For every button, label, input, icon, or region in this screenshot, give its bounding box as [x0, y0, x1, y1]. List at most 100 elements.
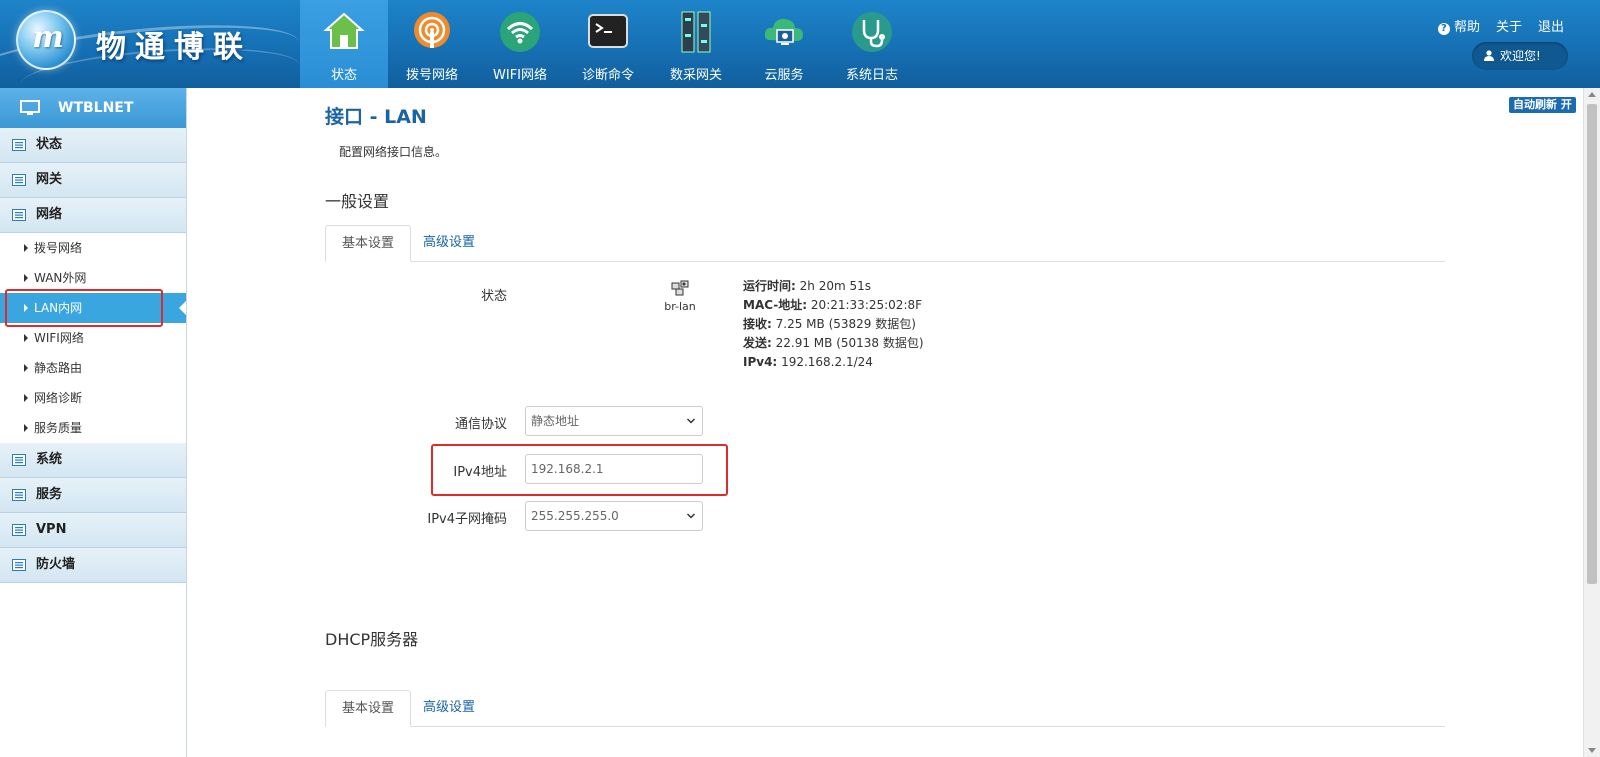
- tx-label: 发送:: [743, 336, 772, 350]
- about-link[interactable]: 关于: [1496, 16, 1522, 35]
- sidebar-group-network[interactable]: 网络: [0, 198, 186, 233]
- nav-label: 数采网关: [669, 68, 722, 83]
- sidebar-header: WTBLNET: [0, 88, 186, 128]
- logout-link[interactable]: 退出: [1538, 16, 1564, 35]
- mac-value: 20:21:33:25:02:8F: [810, 298, 923, 312]
- mac-row: MAC-地址: 20:21:33:25:02:8F: [743, 296, 924, 315]
- sidebar-group-status[interactable]: 状态: [0, 128, 186, 163]
- list-icon: [12, 489, 26, 501]
- main-content: 自动刷新 开 接口 - LAN 配置网络接口信息。 一般设置 基本设置 高级设置…: [187, 88, 1583, 757]
- stethoscope-icon: [852, 12, 892, 52]
- sidebar-item-dial-network[interactable]: 拨号网络: [0, 233, 186, 263]
- scroll-down-icon[interactable]: [1588, 748, 1596, 753]
- sidebar-group-label: 网关: [36, 172, 63, 187]
- list-icon: [12, 209, 26, 221]
- status-label: 状态: [480, 289, 507, 304]
- help-link[interactable]: ? 帮助: [1437, 16, 1480, 35]
- device-name: br-lan: [664, 300, 696, 313]
- device-status: br-lan: [655, 280, 705, 313]
- ipv4-label: IPv4:: [743, 355, 778, 369]
- highlight-box: [5, 289, 163, 327]
- vertical-scrollbar[interactable]: [1583, 88, 1600, 757]
- sidebar-title: WTBLNET: [58, 100, 134, 116]
- caret-right-icon: [24, 394, 28, 402]
- sidebar-item-wifi[interactable]: WIFI网络: [0, 323, 186, 353]
- tab-dhcp-advanced-settings[interactable]: 高级设置: [407, 690, 491, 727]
- uptime-label: 运行时间:: [743, 279, 796, 293]
- uptime-row: 运行时间: 2h 20m 51s: [743, 277, 924, 296]
- chevron-down-icon: [687, 418, 695, 424]
- tab-dhcp-basic-settings[interactable]: 基本设置: [325, 690, 412, 727]
- tx-value: 22.91 MB (50138 数据包): [775, 336, 924, 350]
- caret-right-icon: [24, 424, 28, 432]
- scrollbar-thumb[interactable]: [1587, 104, 1597, 584]
- general-settings-heading: 一般设置: [325, 192, 390, 211]
- list-icon: [12, 454, 26, 466]
- dhcp-server-heading: DHCP服务器: [325, 630, 419, 649]
- terminal-icon: [588, 14, 628, 48]
- page-title: 接口 - LAN: [325, 106, 427, 128]
- netmask-value: 255.255.255.0: [531, 509, 619, 523]
- gateway-icon: [681, 11, 711, 53]
- brand-logo-icon: m: [16, 10, 76, 70]
- sidebar-item-qos[interactable]: 服务质量: [0, 413, 186, 443]
- nav-label: WIFI网络: [493, 68, 547, 83]
- nav-item-system-log[interactable]: 系统日志: [828, 0, 916, 88]
- sidebar-item-label: WAN外网: [34, 271, 87, 285]
- caret-right-icon: [24, 334, 28, 342]
- help-icon: ?: [1437, 23, 1450, 35]
- help-label: 帮助: [1453, 20, 1480, 35]
- nav-item-data-gateway[interactable]: 数采网关: [652, 0, 740, 88]
- protocol-select[interactable]: 静态地址: [525, 406, 703, 436]
- sidebar-group-gateway[interactable]: 网关: [0, 163, 186, 198]
- ipv4-value: 192.168.2.1/24: [781, 355, 873, 369]
- sidebar-group-service[interactable]: 服务: [0, 478, 186, 513]
- sidebar-group-label: 系统: [36, 452, 63, 467]
- uptime-value: 2h 20m 51s: [799, 279, 871, 293]
- nav-item-dial-network[interactable]: 拨号网络: [388, 0, 476, 88]
- network-bridge-icon: [671, 280, 689, 296]
- nav-label: 诊断命令: [581, 68, 634, 83]
- nav-item-diagnostic-command[interactable]: 诊断命令: [564, 0, 652, 88]
- sidebar-group-label: 网络: [36, 207, 63, 222]
- nav-label: 状态: [330, 68, 357, 83]
- sidebar-group-system[interactable]: 系统: [0, 443, 186, 478]
- sidebar-group-firewall[interactable]: 防火墙: [0, 548, 186, 583]
- mac-label: MAC-地址:: [743, 298, 808, 312]
- tab-advanced-settings[interactable]: 高级设置: [407, 225, 491, 262]
- sidebar-item-static-route[interactable]: 静态路由: [0, 353, 186, 383]
- nav-item-wifi[interactable]: WIFI网络: [476, 0, 564, 88]
- home-icon: [323, 12, 365, 49]
- nav-label: 系统日志: [845, 68, 898, 83]
- nav-item-cloud-service[interactable]: 云服务: [740, 0, 828, 88]
- welcome-badge[interactable]: 欢迎您!: [1472, 42, 1568, 70]
- sidebar-item-label: 服务质量: [34, 421, 83, 435]
- rx-row: 接收: 7.25 MB (53829 数据包): [743, 315, 924, 334]
- netmask-select[interactable]: 255.255.255.0: [525, 501, 703, 531]
- page-description: 配置网络接口信息。: [339, 145, 448, 159]
- rx-value: 7.25 MB (53829 数据包): [775, 317, 916, 331]
- top-header: m 物通博联 状态 拨号网络 WIFI网络 诊断命令 数采网关 云服务 系统日志…: [0, 0, 1600, 88]
- sidebar-item-label: 静态路由: [34, 361, 83, 375]
- ipv4-row: IPv4: 192.168.2.1/24: [743, 353, 924, 372]
- nav-item-status[interactable]: 状态: [300, 0, 388, 88]
- sidebar-item-network-diagnostics[interactable]: 网络诊断: [0, 383, 186, 413]
- sidebar-group-vpn[interactable]: VPN: [0, 513, 186, 548]
- list-icon: [12, 174, 26, 186]
- scroll-up-icon[interactable]: [1588, 92, 1596, 97]
- dhcp-settings-tabs: 基本设置 高级设置: [325, 690, 1445, 727]
- netmask-label: IPv4子网掩码: [427, 512, 507, 527]
- auto-refresh-toggle[interactable]: 自动刷新 开: [1509, 97, 1576, 113]
- tab-basic-settings[interactable]: 基本设置: [325, 225, 412, 262]
- protocol-value: 静态地址: [531, 414, 580, 428]
- monitor-icon: [20, 100, 40, 115]
- logo-mark-glyph: m: [32, 20, 64, 55]
- tx-row: 发送: 22.91 MB (50138 数据包): [743, 334, 924, 353]
- chevron-down-icon: [687, 513, 695, 519]
- dial-network-icon: [414, 12, 450, 48]
- list-icon: [12, 559, 26, 571]
- sidebar-item-label: 网络诊断: [34, 391, 83, 405]
- brand-name: 物通博联: [96, 30, 252, 65]
- caret-right-icon: [24, 244, 28, 252]
- sidebar-group-label: 状态: [36, 137, 63, 152]
